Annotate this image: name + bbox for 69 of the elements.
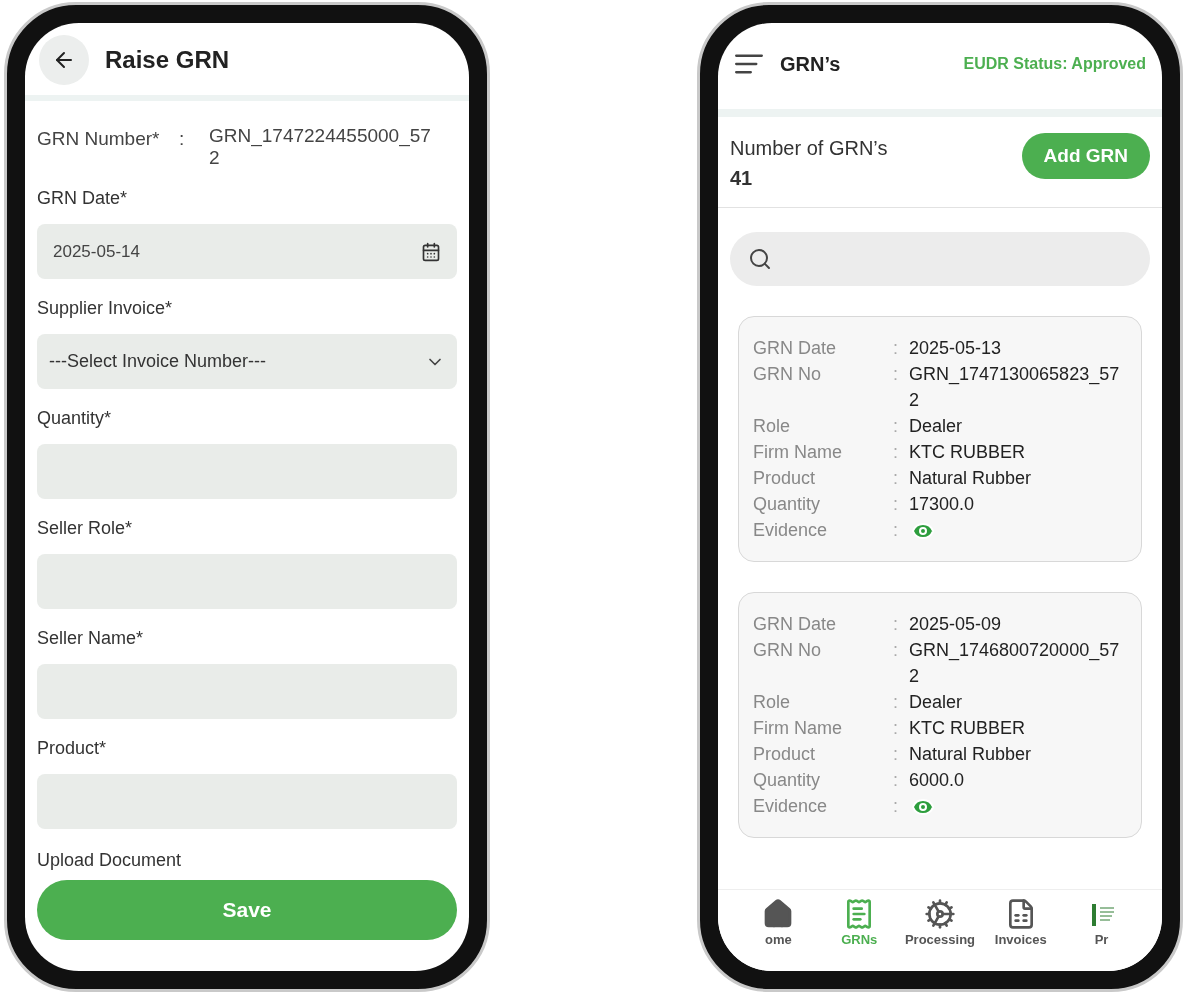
- field-label: GRN No: [753, 363, 822, 386]
- nav-tab[interactable]: Invoices: [980, 898, 1061, 950]
- field-label: GRN Date: [753, 613, 838, 636]
- search-icon: [748, 247, 772, 271]
- separator: :: [893, 519, 899, 542]
- date-field[interactable]: 2025-05-14: [37, 224, 457, 279]
- field-value: KTC RUBBER: [909, 717, 1026, 740]
- field-label: Supplier Invoice*: [37, 297, 174, 320]
- field-value: 2025-05-09: [909, 613, 1003, 636]
- grn-card[interactable]: GRN Date : 2025-05-13 GRN No : GRN_1747130065823_572 Role : Dealer Firm Name : KTC RUBBER Product : Natural Rubber Quantity : 17300.0 Evidence :: [738, 316, 1142, 562]
- separator: :: [893, 769, 899, 792]
- field-value: Dealer: [909, 415, 964, 438]
- field-label: Evidence: [753, 519, 829, 542]
- count-label: Number of GRN’s: [730, 136, 888, 161]
- separator: :: [893, 691, 899, 714]
- status-text: EUDR Status: Approved: [963, 54, 1146, 74]
- grn-card[interactable]: GRN Date : 2025-05-09 GRN No : GRN_1746800720000_572 Role : Dealer Firm Name : KTC RUBBER Product : Natural Rubber Quantity : 6000.0 Evidence :: [738, 592, 1142, 838]
- field-label: Quantity: [753, 493, 822, 516]
- nav-tab[interactable]: ome: [738, 898, 819, 950]
- gear-icon: [924, 898, 956, 930]
- field-label: Product*: [37, 737, 108, 760]
- select-field[interactable]: ---Select Invoice Number---: [37, 334, 457, 389]
- back-button[interactable]: [39, 35, 89, 85]
- field-label: Quantity: [753, 769, 822, 792]
- field-label: Firm Name: [753, 441, 843, 464]
- field-label: Seller Role*: [37, 517, 134, 540]
- count-value: 41: [730, 166, 754, 191]
- grn-number-label: GRN Number*: [37, 127, 161, 151]
- screen-title: GRN’s: [780, 52, 841, 77]
- nav-tab[interactable]: Processing: [900, 898, 980, 950]
- nav-tab[interactable]: Pr: [1061, 898, 1142, 950]
- field-value: GRN_1747130065823_572: [909, 363, 1121, 412]
- field-label: Quantity*: [37, 407, 113, 430]
- field-label: GRN Date*: [37, 187, 129, 210]
- field-value: 17300.0: [909, 493, 976, 516]
- field-label: Product: [753, 467, 817, 490]
- screen-title: Raise GRN: [105, 45, 230, 75]
- separator: :: [893, 717, 899, 740]
- field-label: GRN No: [753, 639, 822, 662]
- upload-document-label: Upload Document: [37, 849, 183, 872]
- separator: :: [893, 493, 899, 516]
- separator: :: [893, 743, 899, 766]
- field-value: Dealer: [909, 691, 964, 714]
- separator: :: [893, 441, 899, 464]
- separator: :: [893, 467, 899, 490]
- grn-number-value: GRN_1747224455000_572: [209, 125, 432, 169]
- separator: :: [893, 795, 899, 818]
- field-value: Natural Rubber: [909, 467, 1033, 490]
- field-value: 6000.0: [909, 769, 966, 792]
- field-label: Evidence: [753, 795, 829, 818]
- field-label: Role: [753, 415, 792, 438]
- separator: :: [893, 613, 899, 636]
- separator: :: [893, 415, 899, 438]
- field-label: Firm Name: [753, 717, 843, 740]
- separator: :: [179, 127, 186, 151]
- field-label: Seller Name*: [37, 627, 145, 650]
- menu-icon[interactable]: [734, 53, 764, 75]
- calendar-icon: [421, 241, 441, 262]
- separator: :: [893, 337, 899, 360]
- field-value: 2025-05-13: [909, 337, 1003, 360]
- field-value: GRN_1746800720000_572: [909, 639, 1121, 688]
- field-value: Natural Rubber: [909, 743, 1033, 766]
- field-label: Product: [753, 743, 817, 766]
- field-label: GRN Date: [753, 337, 838, 360]
- separator: :: [893, 363, 899, 386]
- field-value: KTC RUBBER: [909, 441, 1026, 464]
- search-field[interactable]: [730, 232, 1150, 286]
- separator: :: [893, 639, 899, 662]
- field-label: Role: [753, 691, 792, 714]
